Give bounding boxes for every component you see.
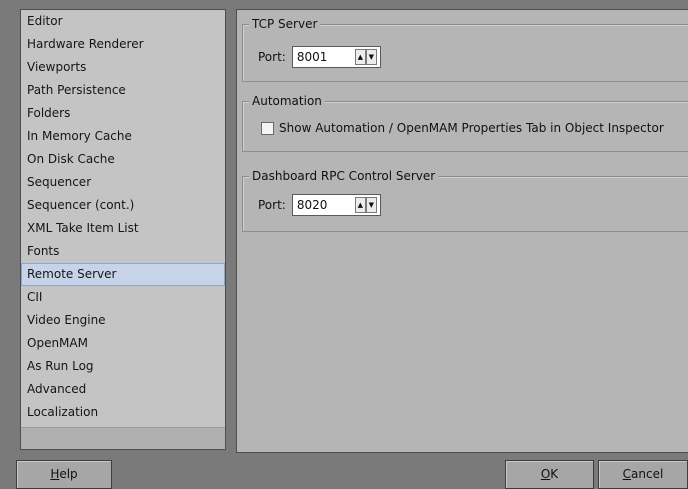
category-item-remote-server[interactable]: Remote Server	[21, 263, 225, 286]
category-item-on-disk-cache[interactable]: On Disk Cache	[21, 148, 225, 171]
spin-up-arrow-icon[interactable]: ▲	[354, 49, 366, 65]
help-button[interactable]: Help	[16, 460, 112, 489]
category-item-hardware-renderer[interactable]: Hardware Renderer	[21, 33, 225, 56]
automation-check-row[interactable]: Show Automation / OpenMAM Properties Tab…	[261, 121, 664, 135]
automation-group-title: Automation	[249, 93, 325, 109]
category-list-footer	[21, 427, 225, 449]
automation-checkbox-label[interactable]: Show Automation / OpenMAM Properties Tab…	[279, 121, 664, 135]
spin-up-arrow-icon[interactable]: ▲	[354, 197, 366, 213]
cancel-button[interactable]: Cancel	[598, 460, 688, 489]
category-item-openmam[interactable]: OpenMAM	[21, 332, 225, 355]
category-item-path-persistence[interactable]: Path Persistence	[21, 79, 225, 102]
category-item-video-engine[interactable]: Video Engine	[21, 309, 225, 332]
dashboard-port-spin-buttons: ▲ ▼	[354, 197, 377, 213]
category-item-editor[interactable]: Editor	[21, 10, 225, 33]
dashboard-port-label: Port:	[258, 198, 286, 212]
category-list[interactable]: Editor Hardware Renderer Viewports Path …	[20, 9, 226, 450]
tcp-port-spinner[interactable]: 8001 ▲ ▼	[291, 46, 381, 68]
spin-down-arrow-icon[interactable]: ▼	[365, 49, 377, 65]
help-button-mnemonic: H	[50, 467, 60, 481]
category-item-localization[interactable]: Localization	[21, 401, 225, 424]
category-item-fonts[interactable]: Fonts	[21, 240, 225, 263]
help-button-label: elp	[59, 467, 78, 481]
category-item-xml-take-item-list[interactable]: XML Take Item List	[21, 217, 225, 240]
category-item-advanced[interactable]: Advanced	[21, 378, 225, 401]
tcp-port-input[interactable]: 8001	[293, 50, 355, 64]
dashboard-rpc-group-title: Dashboard RPC Control Server	[249, 168, 439, 184]
category-item-folders[interactable]: Folders	[21, 102, 225, 125]
tcp-server-group-title: TCP Server	[249, 16, 321, 32]
category-item-sequencer[interactable]: Sequencer	[21, 171, 225, 194]
automation-checkbox[interactable]	[261, 121, 274, 135]
dashboard-port-row: Port: 8020 ▲ ▼	[258, 194, 381, 216]
dashboard-port-spinner[interactable]: 8020 ▲ ▼	[291, 194, 381, 216]
tcp-port-spin-buttons: ▲ ▼	[354, 49, 377, 65]
dashboard-port-input[interactable]: 8020	[293, 198, 355, 212]
ok-button-label: K	[550, 467, 559, 481]
automation-group: Automation Show Automation / OpenMAM Pro…	[242, 93, 688, 152]
tcp-port-label: Port:	[258, 50, 286, 64]
ok-button[interactable]: OK	[505, 460, 594, 489]
spin-down-arrow-icon[interactable]: ▼	[365, 197, 377, 213]
ok-button-mnemonic: O	[540, 467, 551, 481]
category-item-cii[interactable]: CII	[21, 286, 225, 309]
settings-panel: TCP Server Port: 8001 ▲ ▼ Automation Sho…	[236, 9, 688, 453]
tcp-port-row: Port: 8001 ▲ ▼	[258, 46, 381, 68]
category-item-as-run-log[interactable]: As Run Log	[21, 355, 225, 378]
tcp-server-group: TCP Server Port: 8001 ▲ ▼	[242, 16, 688, 82]
category-item-in-memory-cache[interactable]: In Memory Cache	[21, 125, 225, 148]
dashboard-rpc-group: Dashboard RPC Control Server Port: 8020 …	[242, 168, 688, 232]
category-item-sequencer-cont[interactable]: Sequencer (cont.)	[21, 194, 225, 217]
cancel-button-mnemonic: C	[622, 467, 632, 481]
category-item-viewports[interactable]: Viewports	[21, 56, 225, 79]
cancel-button-label: ancel	[631, 467, 664, 481]
